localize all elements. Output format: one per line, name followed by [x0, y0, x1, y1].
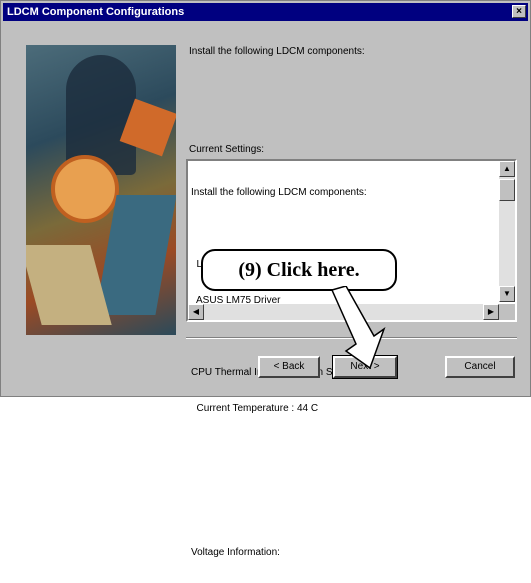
- scroll-left-icon[interactable]: ◀: [188, 304, 204, 320]
- close-icon[interactable]: ×: [512, 5, 526, 18]
- annotation-callout: (9) Click here.: [201, 249, 397, 291]
- scrollbar-corner: [499, 304, 515, 320]
- window-title: LDCM Component Configurations: [7, 6, 185, 18]
- vertical-scroll-thumb[interactable]: [499, 179, 515, 201]
- settings-line: [191, 511, 497, 523]
- scroll-up-icon[interactable]: ▲: [499, 161, 515, 177]
- pointer-arrow-icon: [330, 286, 386, 370]
- settings-line: [191, 223, 497, 235]
- wizard-illustration: [26, 45, 176, 335]
- settings-line: [191, 439, 497, 451]
- installer-dialog: LDCM Component Configurations × Install …: [0, 0, 531, 558]
- scroll-down-icon[interactable]: ▼: [499, 286, 515, 302]
- settings-line: Current Temperature : 44 C: [191, 403, 319, 414]
- scroll-right-icon[interactable]: ▶: [483, 304, 499, 320]
- intro-text: Install the following LDCM components:: [189, 46, 365, 57]
- settings-line: Install the following LDCM components:: [191, 187, 367, 198]
- vertical-scrollbar[interactable]: ▲ ▼: [499, 161, 515, 302]
- settings-line: Voltage Information:: [191, 547, 280, 558]
- back-button[interactable]: < Back: [258, 356, 320, 378]
- current-settings-label: Current Settings:: [189, 144, 265, 155]
- settings-line: [191, 475, 497, 487]
- cancel-button[interactable]: Cancel: [445, 356, 515, 378]
- title-bar: LDCM Component Configurations ×: [3, 3, 528, 21]
